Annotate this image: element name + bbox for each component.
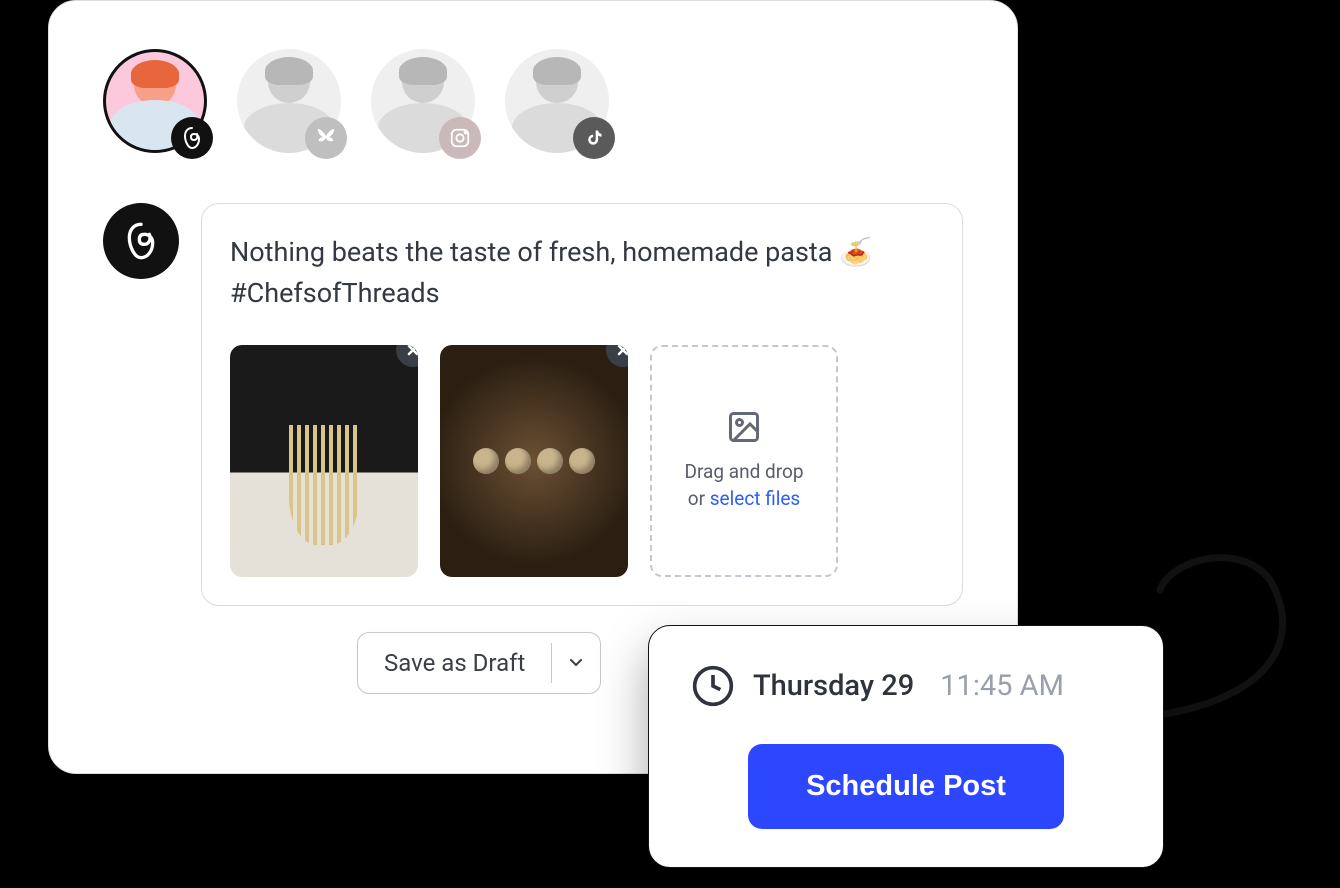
save-draft-button-group: Save as Draft [357, 632, 601, 694]
media-row: Drag and drop or select files [230, 345, 934, 577]
schedule-popover: Thursday 29 11:45 AM Schedule Post [648, 625, 1164, 868]
threads-icon [171, 117, 213, 159]
bluesky-icon [305, 117, 347, 159]
network-threads-circle [103, 203, 179, 279]
dropzone-text: Drag and drop or select files [685, 459, 804, 512]
account-threads[interactable] [103, 49, 207, 153]
account-tiktok[interactable] [505, 49, 609, 153]
image-icon [726, 409, 762, 445]
instagram-icon [439, 117, 481, 159]
post-text[interactable]: Nothing beats the taste of fresh, homema… [230, 232, 934, 313]
media-thumb-1[interactable] [230, 345, 418, 577]
save-draft-button[interactable]: Save as Draft [358, 643, 552, 683]
save-draft-caret[interactable] [552, 633, 600, 693]
chevron-down-icon [570, 659, 582, 667]
account-bluesky[interactable] [237, 49, 341, 153]
tiktok-icon [573, 117, 615, 159]
compose-row: Nothing beats the taste of fresh, homema… [103, 203, 963, 606]
clock-icon [691, 664, 735, 708]
select-files-link[interactable]: select files [710, 487, 800, 510]
schedule-date: Thursday 29 [753, 669, 914, 703]
account-instagram[interactable] [371, 49, 475, 153]
compose-box[interactable]: Nothing beats the taste of fresh, homema… [201, 203, 963, 606]
account-row [103, 49, 963, 153]
remove-media-2[interactable] [606, 345, 628, 367]
schedule-time: 11:45 AM [940, 669, 1064, 703]
schedule-time-row[interactable]: Thursday 29 11:45 AM [691, 664, 1121, 708]
media-dropzone[interactable]: Drag and drop or select files [650, 345, 838, 577]
schedule-post-button[interactable]: Schedule Post [748, 744, 1064, 829]
remove-media-1[interactable] [396, 345, 418, 367]
media-thumb-2[interactable] [440, 345, 628, 577]
